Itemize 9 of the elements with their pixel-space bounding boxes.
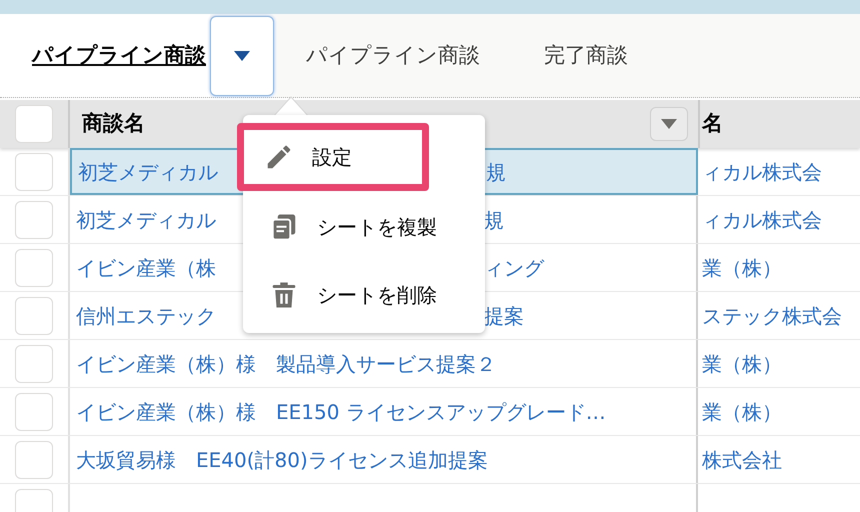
table-cell-text: 株式会社 [701,446,782,474]
table-cell-text: 業（株） [701,398,782,426]
table-cell-text: 業（株） [701,350,782,378]
table-cell-text: 業（株） [701,254,782,282]
column-header: 商談名 [82,110,146,138]
column-header: 名 [702,110,723,138]
table-cell-text: ィカル株式会 [701,206,822,234]
table-cell-text: ステック株式会 [701,302,842,330]
table-cell-text: ィカル株式会 [701,158,822,186]
